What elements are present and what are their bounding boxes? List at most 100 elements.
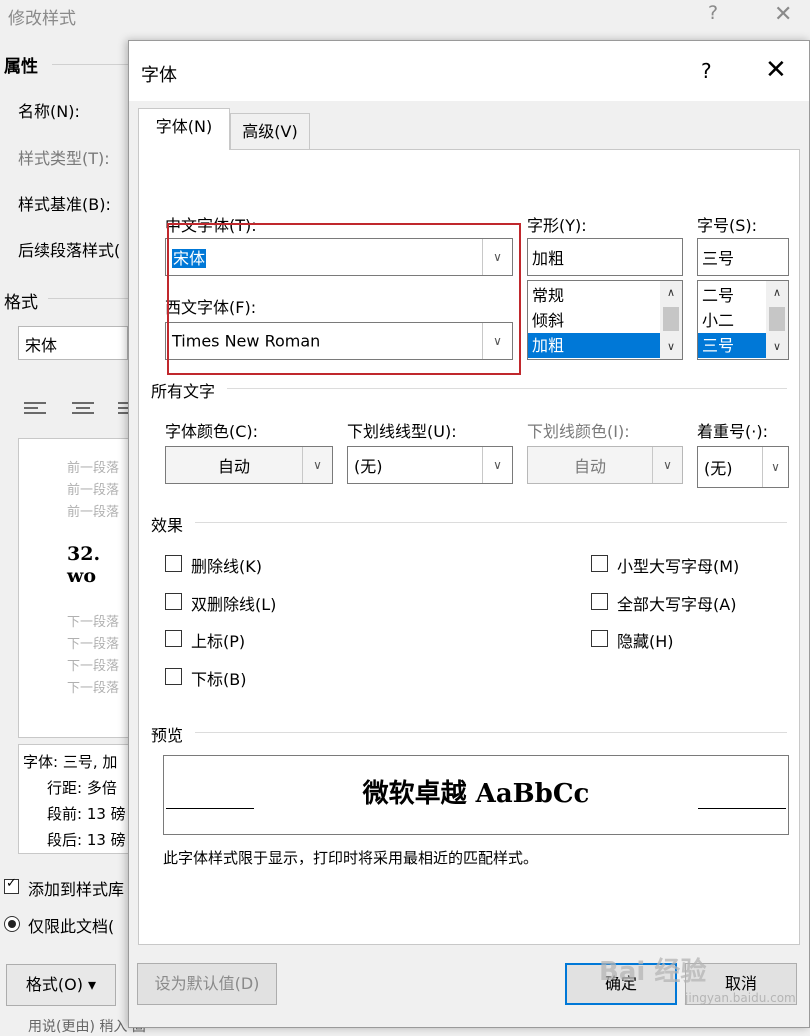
strikethrough-checkbox[interactable]	[165, 555, 182, 572]
underline-style-label: 下划线线型(U):	[347, 422, 457, 441]
font-size-option-selected[interactable]: 三号	[698, 333, 766, 358]
font-size-scrollbar[interactable]: ∧ ∨	[766, 281, 788, 359]
chinese-font-label: 中文字体(T):	[165, 216, 257, 235]
align-right-icon[interactable]	[118, 402, 128, 416]
font-dialog: 字体 ? ✕ 字体(N) 高级(V) 中文字体(T): 宋体 ∨ 西文字体(F)…	[128, 40, 810, 1028]
watermark-url: jingyan.baidu.com	[685, 991, 796, 1005]
preview-note: 此字体样式限于显示，打印时将采用最相近的匹配样式。	[163, 849, 539, 867]
western-font-label: 西文字体(F):	[165, 298, 257, 317]
font-style-option[interactable]: 常规	[528, 283, 660, 308]
chevron-down-icon[interactable]: ∨	[762, 447, 788, 487]
description-line: 行距: 多倍	[47, 779, 117, 797]
font-size-input[interactable]: 三号	[697, 238, 789, 276]
font-color-label: 字体颜色(C):	[165, 422, 259, 441]
align-left-icon[interactable]	[24, 402, 46, 416]
preview-next-line: 下一段落	[67, 615, 120, 630]
font-size-option[interactable]: 小二	[698, 308, 766, 333]
scroll-thumb[interactable]	[663, 307, 679, 331]
all-caps-checkbox[interactable]	[591, 593, 608, 610]
chevron-down-icon[interactable]: ∨	[482, 239, 512, 275]
scroll-down-icon[interactable]: ∨	[766, 337, 788, 357]
western-font-value: Times New Roman	[172, 331, 321, 351]
font-style-label: 字形(Y):	[527, 216, 587, 235]
background-preview-pane: 前一段落 前一段落 前一段落 32. wo 下一段落 下一段落 下一段落 下一段…	[18, 438, 130, 738]
scroll-down-icon[interactable]: ∨	[660, 337, 682, 357]
underline-style-combo[interactable]: (无) ∨	[347, 446, 513, 484]
font-style-input[interactable]: 加粗	[527, 238, 683, 276]
set-default-button[interactable]: 设为默认值(D)	[137, 963, 277, 1005]
font-color-combo[interactable]: 自动 ∨	[165, 446, 333, 484]
description-line: 字体: 三号, 加	[23, 753, 118, 771]
all-text-divider	[227, 388, 787, 389]
background-help-icon[interactable]: ?	[708, 2, 718, 24]
chevron-down-icon[interactable]: ∨	[482, 323, 512, 359]
font-size-list[interactable]: 二号 小二 三号 ∧ ∨	[697, 280, 789, 360]
checkmark-icon: ✓	[6, 876, 17, 891]
emphasis-mark-label: 着重号(·):	[697, 422, 768, 441]
subscript-label: 下标(B)	[191, 670, 247, 689]
format-menu-button[interactable]: 格式(O) ▾	[6, 964, 116, 1006]
font-style-scrollbar[interactable]: ∧ ∨	[660, 281, 682, 359]
hidden-checkbox[interactable]	[591, 630, 608, 647]
strikethrough-label: 删除线(K)	[191, 557, 262, 576]
font-style-option-selected[interactable]: 加粗	[528, 333, 660, 358]
description-line: 段后: 13 磅	[47, 831, 126, 849]
chinese-font-combo[interactable]: 宋体 ∨	[165, 238, 513, 276]
underline-style-value: (无)	[354, 457, 383, 476]
background-dialog-title: 修改样式	[8, 9, 76, 29]
align-center-icon[interactable]	[72, 402, 94, 416]
attributes-heading: 属性	[4, 57, 38, 77]
effects-divider	[195, 522, 787, 523]
preview-next-line: 下一段落	[67, 681, 120, 696]
superscript-label: 上标(P)	[191, 632, 246, 651]
underline-color-combo[interactable]: 自动 ∨	[527, 446, 683, 484]
font-size-option[interactable]: 二号	[698, 283, 766, 308]
preview-next-line: 下一段落	[67, 659, 120, 674]
chevron-down-icon[interactable]: ∨	[482, 447, 512, 483]
underline-color-label: 下划线颜色(I):	[527, 422, 630, 441]
font-color-value: 自动	[218, 457, 251, 476]
add-to-gallery-checkbox[interactable]: ✓	[4, 876, 19, 894]
small-caps-label: 小型大写字母(M)	[617, 557, 740, 576]
hidden-label: 隐藏(H)	[617, 632, 674, 651]
tab-font[interactable]: 字体(N)	[138, 108, 230, 150]
font-style-list[interactable]: 常规 倾斜 加粗 ∧ ∨	[527, 280, 683, 360]
scroll-thumb[interactable]	[769, 307, 785, 331]
preview-prev-line: 前一段落	[67, 483, 120, 498]
scroll-up-icon[interactable]: ∧	[766, 283, 788, 303]
style-based-on-label: 样式基准(B):	[18, 195, 111, 214]
format-heading: 格式	[4, 293, 38, 313]
watermark-logo: Bai 经验	[599, 957, 707, 987]
background-font-select[interactable]: 宋体	[18, 326, 128, 360]
preview-heading: 预览	[151, 726, 184, 745]
chevron-down-icon[interactable]: ∨	[652, 447, 682, 483]
only-this-document-label: 仅限此文档(	[28, 917, 115, 936]
preview-next-line: 下一段落	[67, 637, 120, 652]
emphasis-mark-combo[interactable]: (无) ∨	[697, 446, 789, 488]
double-strikethrough-checkbox[interactable]	[165, 593, 182, 610]
style-type-label: 样式类型(T):	[18, 149, 110, 168]
preview-sample-text: 32. wo	[67, 543, 101, 587]
font-style-option[interactable]: 倾斜	[528, 308, 660, 333]
superscript-checkbox[interactable]	[165, 630, 182, 647]
help-icon[interactable]: ?	[701, 59, 712, 83]
double-strikethrough-label: 双删除线(L)	[191, 595, 277, 614]
name-label: 名称(N):	[18, 102, 80, 121]
subscript-checkbox[interactable]	[165, 668, 182, 685]
underline-color-value: 自动	[574, 457, 607, 476]
only-this-document-radio[interactable]	[4, 916, 20, 932]
western-font-combo[interactable]: Times New Roman ∨	[165, 322, 513, 360]
close-icon[interactable]: ✕	[765, 55, 787, 85]
preview-baseline-right	[698, 808, 786, 809]
preview-prev-line: 前一段落	[67, 461, 120, 476]
chevron-down-icon[interactable]: ∨	[302, 447, 332, 483]
scroll-up-icon[interactable]: ∧	[660, 283, 682, 303]
background-close-icon[interactable]: ✕	[774, 2, 792, 27]
add-to-gallery-label: 添加到样式库	[28, 880, 125, 899]
font-dialog-title: 字体	[141, 65, 177, 86]
format-divider	[48, 298, 128, 299]
effects-heading: 效果	[151, 516, 184, 535]
next-paragraph-style-label: 后续段落样式(	[18, 241, 121, 260]
small-caps-checkbox[interactable]	[591, 555, 608, 572]
tab-advanced[interactable]: 高级(V)	[230, 113, 310, 151]
